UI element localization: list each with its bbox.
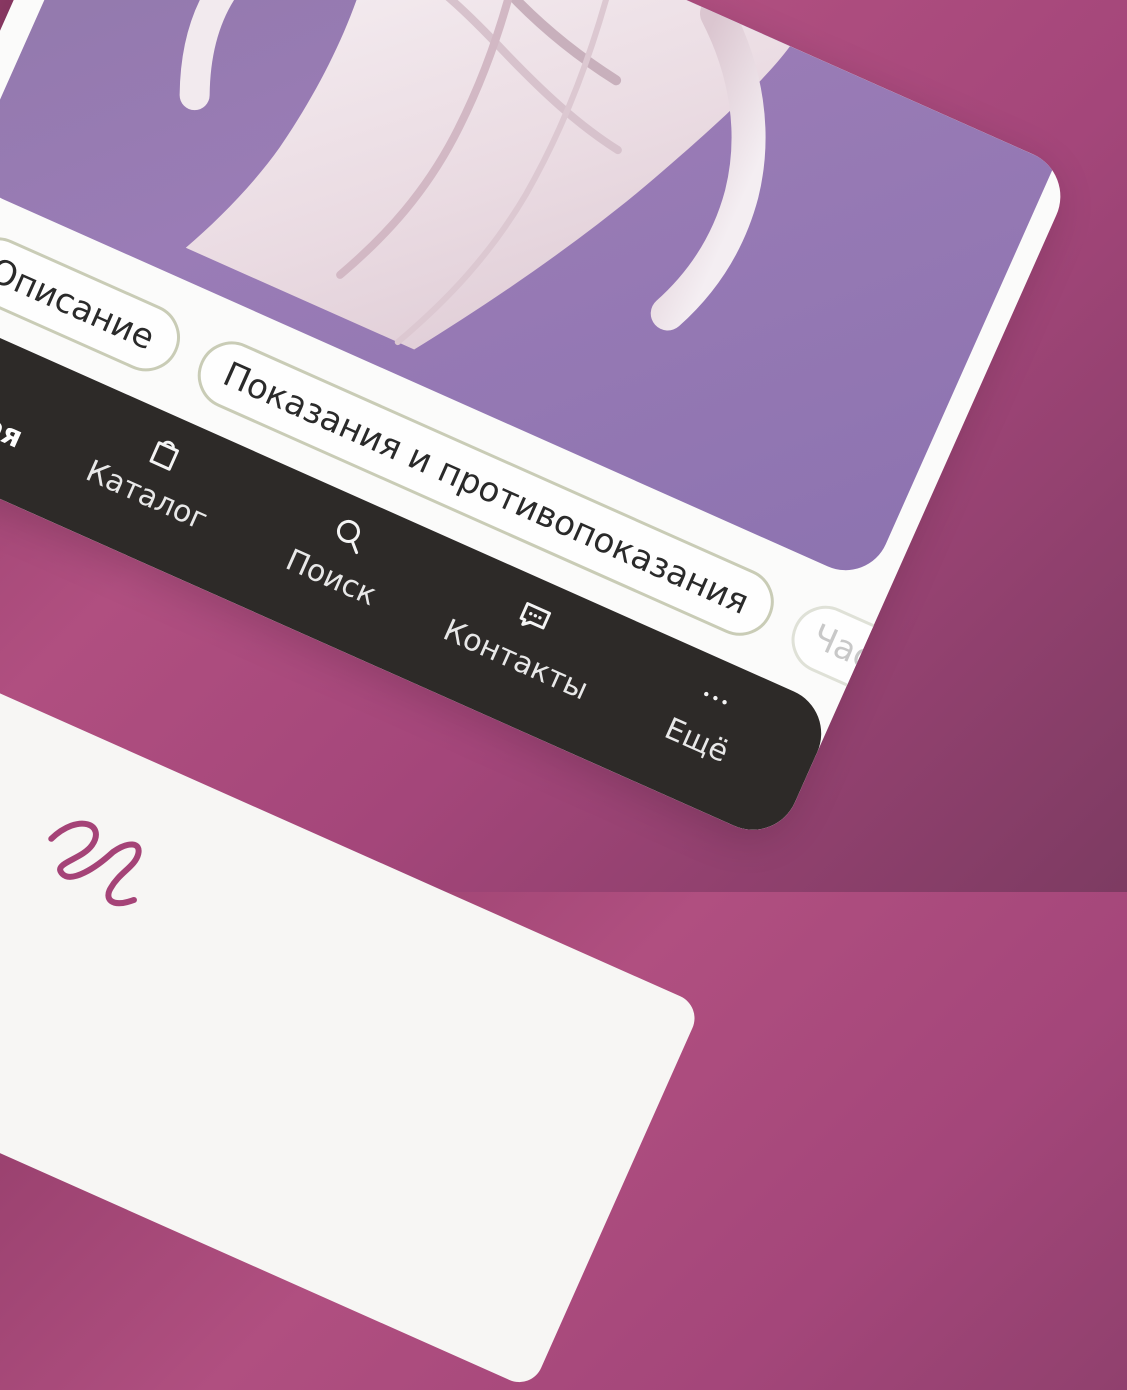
more-icon [704,691,727,705]
nav-item-contacts[interactable]: Контакты [425,569,611,740]
nav-item-search[interactable]: Поиск [241,487,427,658]
nav-item-more[interactable]: Ещё [606,649,792,820]
phone-screen: Описание Показания и противопоказания Ча… [0,0,1076,845]
tab-partial[interactable]: Час [781,595,919,707]
nav-label-search: Поиск [280,542,382,614]
home-icon [0,342,2,395]
bag-icon [149,440,179,471]
app-screen: Описание Показания и противопоказания Ча… [0,0,1076,845]
chat-icon [519,602,552,630]
nav-item-home[interactable]: Главная [0,320,52,491]
nav-label-home: Главная [0,366,28,456]
nav-item-catalog[interactable]: Каталог [56,404,242,575]
search-icon [336,519,360,555]
